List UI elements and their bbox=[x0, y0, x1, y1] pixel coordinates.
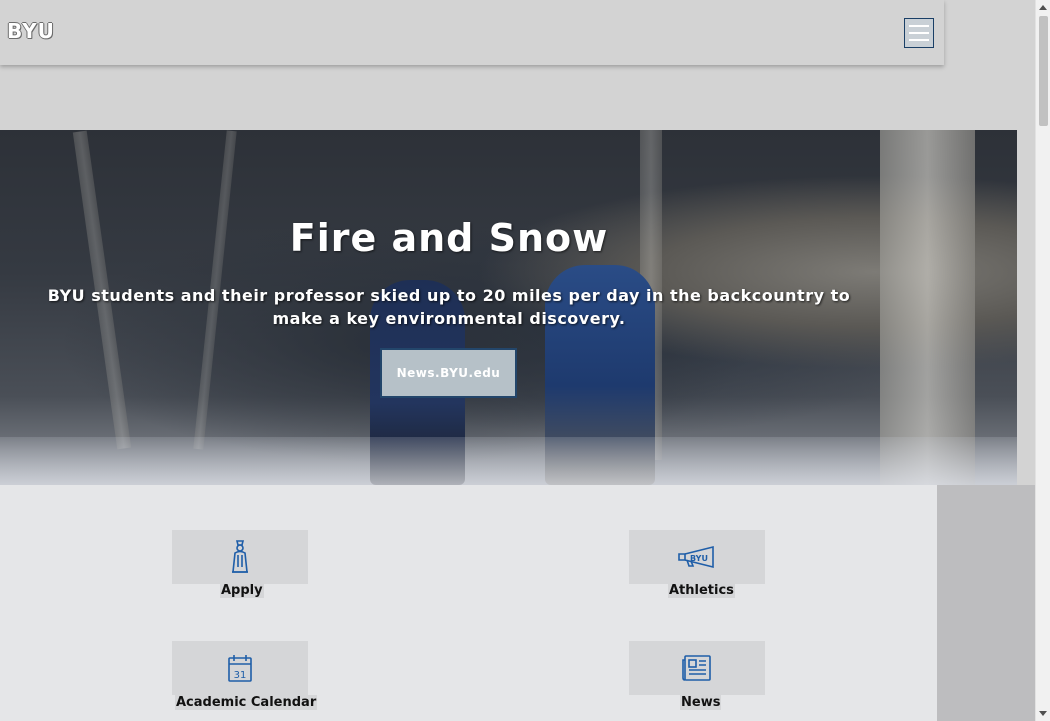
athletics-tile[interactable]: BYU bbox=[629, 530, 765, 584]
scroll-thumb[interactable] bbox=[1039, 16, 1048, 126]
svg-text:BYU: BYU bbox=[690, 554, 708, 563]
academic-calendar-tile[interactable]: 31 bbox=[172, 641, 308, 695]
hero-title: Fire and Snow bbox=[289, 216, 609, 260]
menu-bar bbox=[909, 39, 929, 41]
megaphone-icon: BYU bbox=[678, 545, 714, 569]
snow-ground bbox=[0, 437, 1017, 485]
menu-bar bbox=[909, 25, 929, 27]
apply-label[interactable]: Apply bbox=[220, 583, 264, 598]
hamburger-menu-icon[interactable] bbox=[904, 18, 934, 48]
tree-trunk bbox=[880, 130, 975, 485]
news-label[interactable]: News bbox=[680, 695, 722, 710]
scroll-up-arrow-icon[interactable] bbox=[1039, 5, 1047, 10]
svg-text:31: 31 bbox=[234, 670, 247, 681]
side-panel bbox=[937, 485, 1035, 721]
newspaper-icon bbox=[682, 655, 711, 681]
calendar-icon: 31 bbox=[228, 655, 252, 682]
apply-tile[interactable] bbox=[172, 530, 308, 584]
quick-links-section: Apply BYU Athletics 31 Academic Calendar bbox=[0, 485, 937, 721]
site-header: BYU bbox=[0, 0, 944, 65]
athletics-label[interactable]: Athletics bbox=[668, 583, 735, 598]
news-tile[interactable] bbox=[629, 641, 765, 695]
byu-logo[interactable]: BYU bbox=[7, 19, 55, 43]
hero-subtitle: BYU students and their professor skied u… bbox=[47, 286, 851, 328]
menu-bar bbox=[909, 32, 929, 34]
scroll-down-arrow-icon[interactable] bbox=[1039, 711, 1047, 716]
hero-banner: Fire and Snow BYU students and their pro… bbox=[0, 130, 1017, 485]
news-link-button[interactable]: News.BYU.edu bbox=[380, 348, 517, 398]
graduate-figure-icon bbox=[232, 540, 248, 573]
page-scrollbar[interactable] bbox=[1035, 0, 1050, 721]
academic-calendar-label[interactable]: Academic Calendar bbox=[175, 695, 318, 710]
